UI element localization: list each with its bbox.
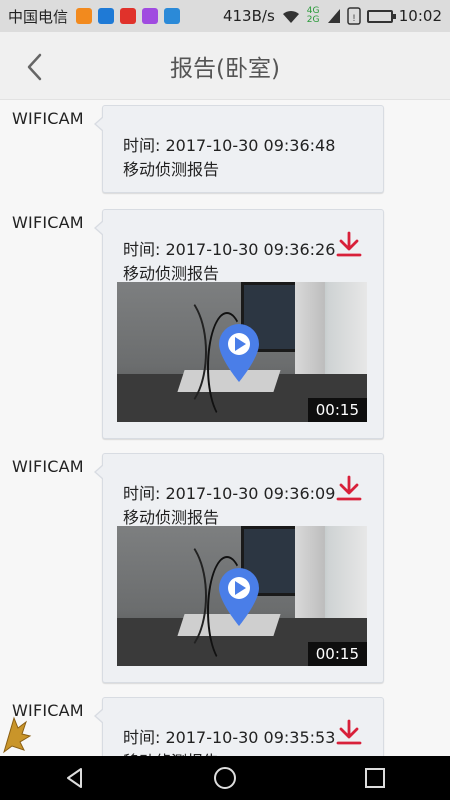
report-card[interactable]: 时间: 2017-10-30 09:36:48 移动侦测报告: [94, 105, 384, 193]
camera-scene: [147, 292, 207, 412]
report-time: 时间: 2017-10-30 09:35:53: [123, 728, 336, 747]
app-header: 报告(卧室): [0, 32, 450, 100]
report-type: 移动侦测报告: [123, 264, 220, 283]
report-time: 时间: 2017-10-30 09:36:48: [123, 136, 336, 155]
report-card[interactable]: 时间: 2017-10-30 09:36:09 移动侦测报告 00:15: [94, 453, 384, 683]
app-notification-icon: [98, 8, 115, 24]
app-notification-icon: [164, 8, 181, 24]
wifi-icon: [282, 10, 299, 23]
network-type: 4G 2G: [306, 6, 320, 25]
play-icon[interactable]: [215, 320, 263, 384]
app-notification-icon: [76, 8, 93, 24]
report-list[interactable]: WIFICAM 时间: 2017-10-30 09:36:48 移动侦测报告 W…: [0, 100, 450, 756]
video-duration: 00:15: [307, 398, 367, 422]
report-time: 时间: 2017-10-30 09:36:09: [123, 484, 336, 503]
report-time: 时间: 2017-10-30 09:36:26: [123, 240, 336, 259]
circle-home-icon[interactable]: [213, 766, 237, 790]
video-thumbnail[interactable]: 00:15: [117, 282, 367, 422]
report-item: WIFICAM 时间: 2017-10-30 09:36:48 移动侦测报告: [0, 105, 450, 205]
report-type: 移动侦测报告: [123, 160, 220, 179]
app-notification-icon: [142, 8, 159, 24]
square-recents-icon[interactable]: [363, 766, 387, 790]
chevron-left-icon[interactable]: [18, 50, 52, 84]
sim-icon: !: [347, 7, 361, 25]
video-duration: 00:15: [307, 642, 367, 666]
triangle-back-icon[interactable]: [63, 766, 87, 790]
report-item: WIFICAM 时间: 2017-10-30 09:36:26 移动侦测报告 0…: [0, 209, 450, 441]
sender-name: WIFICAM: [12, 213, 84, 232]
sender-name: WIFICAM: [12, 109, 84, 128]
report-item: WIFICAM 时间: 2017-10-30 09:36:09 移动侦测报告 0…: [0, 453, 450, 685]
report-type: 移动侦测报告: [123, 748, 219, 756]
download-icon[interactable]: [335, 230, 363, 258]
app-notification-icon: [120, 8, 137, 24]
carrier-name: 中国电信: [8, 7, 69, 26]
status-bar: 中国电信 413B/s 4G 2G ! 10:02: [0, 0, 450, 32]
sender-name: WIFICAM: [12, 457, 84, 476]
download-icon[interactable]: [335, 474, 363, 502]
video-thumbnail[interactable]: 00:15: [117, 526, 367, 666]
system-nav-bar: [0, 756, 450, 800]
download-icon[interactable]: [335, 718, 363, 746]
camera-scene: [147, 536, 207, 656]
report-card[interactable]: 时间: 2017-10-30 09:35:53 移动侦测报告: [94, 697, 384, 756]
net-speed: 413B/s: [222, 7, 275, 25]
play-icon[interactable]: [215, 564, 263, 628]
svg-text:!: !: [353, 13, 356, 23]
leaf-icon: [3, 716, 32, 754]
battery-icon: [366, 9, 396, 23]
report-item: WIFICAM 时间: 2017-10-30 09:35:53 移动侦测报告: [0, 697, 450, 756]
report-card[interactable]: 时间: 2017-10-30 09:36:26 移动侦测报告 00:15: [94, 209, 384, 439]
page-title: 报告(卧室): [170, 55, 280, 82]
signal-icon: [327, 9, 340, 23]
report-type: 移动侦测报告: [123, 508, 220, 527]
clock: 10:02: [398, 7, 442, 25]
